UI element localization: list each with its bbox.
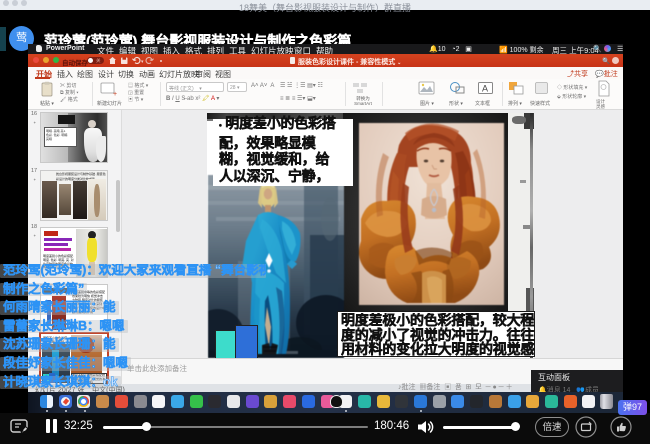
svg-text:▾: ▾ [141,59,144,65]
svg-text:+: + [113,91,117,97]
svg-text:A: A [482,84,488,94]
